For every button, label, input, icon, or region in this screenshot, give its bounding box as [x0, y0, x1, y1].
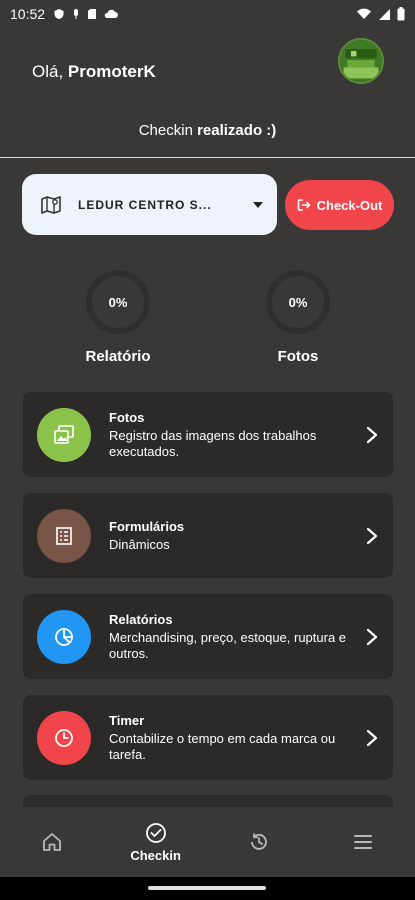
chevron-right-icon: [366, 729, 378, 746]
check-circle-icon: [145, 822, 166, 843]
shield-icon: [54, 9, 64, 19]
card-title: Timer: [109, 712, 145, 728]
card-desc: Registro das imagens dos trabalhos execu…: [109, 427, 317, 459]
bottom-nav: Checkin: [0, 807, 415, 877]
map-icon: [41, 195, 61, 214]
progress-ring: 0%: [266, 270, 330, 334]
greeting-prefix: Olá,: [32, 62, 68, 81]
nav-checkin[interactable]: Checkin: [104, 807, 208, 877]
avatar[interactable]: [338, 38, 384, 84]
nav-label: Checkin: [130, 847, 181, 863]
clock-icon: [37, 710, 91, 765]
card-partial[interactable]: [23, 795, 393, 807]
checkout-label: Check-Out: [316, 197, 383, 213]
wifi-icon: [357, 8, 371, 19]
card-fotos[interactable]: Fotos Registro das imagens dos trabalhos…: [23, 392, 393, 477]
avatar-image: [340, 40, 382, 82]
checkin-prefix: Checkin: [138, 122, 198, 139]
progress-ring: 0%: [86, 270, 150, 334]
home-indicator[interactable]: [148, 886, 266, 890]
stat-relatorio: 0% Relatório: [48, 270, 188, 365]
user-name: PromoterK: [67, 62, 156, 81]
card-title: Relatórios: [109, 611, 173, 627]
card-timer[interactable]: Timer Contabilize o tempo em cada marca …: [23, 695, 393, 780]
chevron-right-icon: [366, 628, 378, 645]
store-name: LEDUR CENTRO S...: [78, 197, 212, 212]
home-icon: [42, 833, 61, 851]
checkout-button[interactable]: Check-Out: [285, 180, 394, 230]
form-icon: [37, 508, 91, 563]
card-title: Fotos: [109, 409, 145, 425]
stat-fotos: 0% Fotos: [228, 270, 368, 365]
nav-menu[interactable]: [311, 807, 415, 877]
sd-card-icon: [88, 9, 97, 19]
chevron-right-icon: [366, 527, 378, 544]
greeting: Olá, PromoterK: [32, 62, 156, 82]
chevron-down-icon: [253, 201, 263, 208]
nav-home[interactable]: [0, 807, 104, 877]
chevron-right-icon: [366, 426, 378, 443]
stat-value: 0%: [288, 294, 308, 310]
pie-chart-icon: [37, 609, 91, 664]
logout-icon: [297, 199, 310, 211]
card-title: Formulários: [109, 518, 185, 534]
checkin-status: Checkin realizado :): [0, 122, 415, 139]
divider: [0, 157, 415, 158]
battery-icon: [397, 7, 405, 21]
checkin-status-value: realizado :): [197, 122, 277, 139]
stat-value: 0%: [108, 294, 128, 310]
status-bar: 10:52: [0, 0, 415, 28]
menu-icon: [354, 835, 373, 849]
status-time: 10:52: [10, 6, 46, 22]
photos-icon: [37, 407, 91, 462]
nav-history[interactable]: [208, 807, 312, 877]
card-desc: Dinâmicos: [109, 536, 170, 552]
card-relatorios[interactable]: Relatórios Merchandising, preço, estoque…: [23, 594, 393, 679]
store-select[interactable]: LEDUR CENTRO S...: [22, 174, 277, 235]
mic-icon: [74, 9, 79, 19]
card-desc: Contabilize o tempo em cada marca ou tar…: [109, 730, 336, 762]
stat-label: Fotos: [277, 348, 319, 365]
stat-label: Relatório: [85, 348, 151, 365]
card-formularios[interactable]: Formulários Dinâmicos: [23, 493, 393, 578]
cloud-icon: [104, 9, 119, 18]
history-icon: [251, 833, 268, 850]
signal-icon: [379, 8, 390, 20]
card-desc: Merchandising, preço, estoque, ruptura e…: [109, 629, 347, 661]
